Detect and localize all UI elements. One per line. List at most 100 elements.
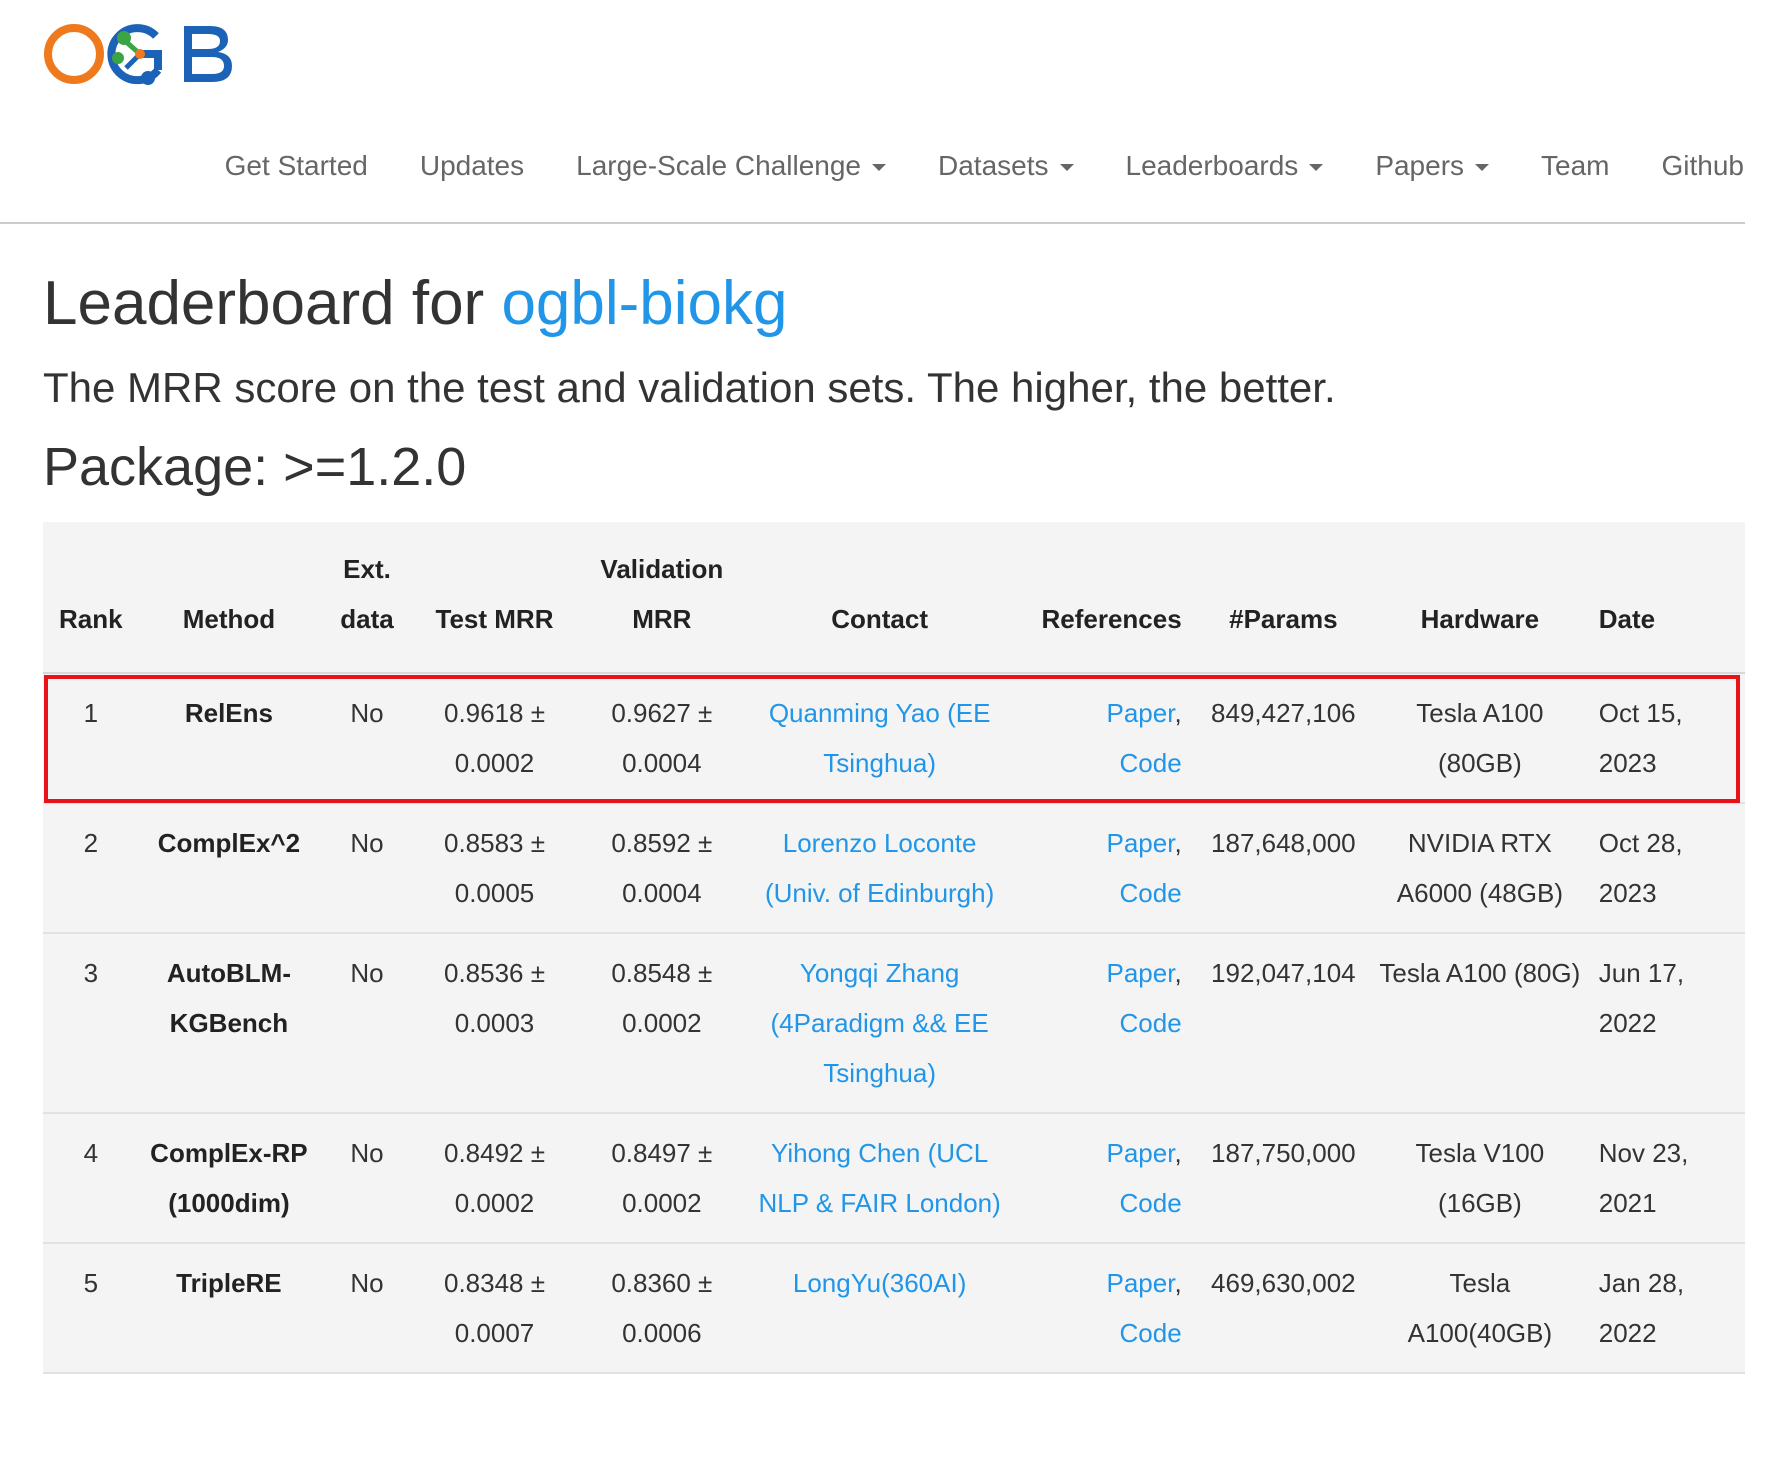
contact-link[interactable]: Yongqi Zhang (4Paradigm && EE Tsinghua): [771, 958, 989, 1088]
cell-method: RelEns: [138, 673, 320, 804]
cell-test-mrr: 0.8536 ± 0.0003: [414, 933, 575, 1114]
paper-link[interactable]: Paper: [1107, 698, 1175, 728]
cell-params: 469,630,002: [1195, 1243, 1371, 1374]
cell-contact: Yihong Chen (UCL NLP & FAIR London): [749, 1113, 1010, 1244]
cell-ext-data: No: [319, 803, 415, 934]
nav-team[interactable]: Team: [1515, 128, 1635, 204]
cell-rank: 5: [43, 1243, 139, 1374]
code-link[interactable]: Code: [1120, 748, 1182, 778]
col-header-hardware: Hardware: [1370, 522, 1589, 674]
cell-ext-data: No: [319, 1243, 415, 1374]
cell-params: 187,648,000: [1195, 803, 1371, 934]
title-prefix: Leaderboard for: [43, 269, 502, 338]
cell-test-mrr: 0.8492 ± 0.0002: [414, 1113, 575, 1244]
nav-label: Team: [1541, 150, 1610, 181]
cell-method: TripleRE: [138, 1243, 320, 1374]
nav-label: Get Started: [224, 150, 368, 181]
cell-contact: Quanming Yao (EE Tsinghua): [749, 673, 1010, 804]
table-row: 3 AutoBLM-KGBench No 0.8536 ± 0.0003 0.8…: [43, 933, 1745, 1114]
cell-hardware: Tesla A100 (80GB): [1370, 673, 1589, 804]
nav-get-started[interactable]: Get Started: [199, 128, 394, 204]
cell-validation-mrr: 0.8360 ± 0.0006: [574, 1243, 750, 1374]
cell-method: AutoBLM-KGBench: [138, 933, 320, 1114]
leaderboard-table-wrap: Rank Method Ext. data Test MRR Validatio…: [43, 522, 1745, 1374]
page-subtitle: The MRR score on the test and validation…: [43, 364, 1336, 411]
code-link[interactable]: Code: [1120, 878, 1182, 908]
col-header-ext-data: Ext. data: [319, 522, 415, 674]
nav-label: Updates: [419, 150, 525, 181]
ogb-logo-icon: [44, 24, 232, 85]
col-header-rank: Rank: [43, 522, 139, 674]
nav-leaderboards[interactable]: Leaderboards: [1100, 128, 1350, 204]
leaderboard-table: Rank Method Ext. data Test MRR Validatio…: [43, 522, 1745, 1374]
cell-ext-data: No: [319, 1113, 415, 1244]
table-row: 1 RelEns No 0.9618 ± 0.0002 0.9627 ± 0.0…: [43, 673, 1745, 804]
table-row: 2 ComplEx^2 No 0.8583 ± 0.0005 0.8592 ± …: [43, 803, 1745, 934]
cell-method: ComplEx^2: [138, 803, 320, 934]
paper-link[interactable]: Paper: [1107, 828, 1175, 858]
table-row: 5 TripleRE No 0.8348 ± 0.0007 0.8360 ± 0…: [43, 1243, 1745, 1374]
cell-references: Paper, Code: [1009, 1243, 1196, 1374]
paper-link[interactable]: Paper: [1107, 1138, 1175, 1168]
cell-contact: Yongqi Zhang (4Paradigm && EE Tsinghua): [749, 933, 1010, 1114]
code-link[interactable]: Code: [1120, 1318, 1182, 1348]
col-header-params: #Params: [1195, 522, 1371, 674]
col-header-contact: Contact: [749, 522, 1010, 674]
cell-params: 192,047,104: [1195, 933, 1371, 1114]
cell-rank: 3: [43, 933, 139, 1114]
page-title: Leaderboard for ogbl-biokg: [43, 268, 788, 339]
code-link[interactable]: Code: [1120, 1188, 1182, 1218]
nav-label: Datasets: [938, 150, 1049, 181]
nav-label: Github: [1661, 150, 1745, 181]
cell-contact: Lorenzo Loconte (Univ. of Edinburgh): [749, 803, 1010, 934]
cell-params: 187,750,000: [1195, 1113, 1371, 1244]
nav-papers[interactable]: Papers: [1349, 128, 1515, 204]
col-header-method: Method: [138, 522, 320, 674]
cell-test-mrr: 0.8583 ± 0.0005: [414, 803, 575, 934]
cell-test-mrr: 0.8348 ± 0.0007: [414, 1243, 575, 1374]
contact-link[interactable]: Quanming Yao (EE Tsinghua): [769, 698, 991, 778]
cell-test-mrr: 0.9618 ± 0.0002: [414, 673, 575, 804]
contact-link[interactable]: Yihong Chen (UCL NLP & FAIR London): [758, 1138, 1000, 1218]
contact-link[interactable]: LongYu(360AI): [793, 1268, 966, 1298]
col-header-validation-mrr: Validation MRR: [574, 522, 750, 674]
cell-hardware: Tesla V100 (16GB): [1370, 1113, 1589, 1244]
cell-validation-mrr: 0.8592 ± 0.0004: [574, 803, 750, 934]
paper-link[interactable]: Paper: [1107, 1268, 1175, 1298]
dataset-link[interactable]: ogbl-biokg: [501, 269, 787, 338]
cell-date: Oct 28, 2023: [1588, 803, 1745, 934]
cell-date: Oct 15, 2023: [1588, 673, 1745, 804]
cell-references: Paper, Code: [1009, 1113, 1196, 1244]
cell-rank: 4: [43, 1113, 139, 1244]
nav-updates[interactable]: Updates: [394, 128, 550, 204]
cell-method: ComplEx-RP (1000dim): [138, 1113, 320, 1244]
cell-hardware: Tesla A100 (80G): [1370, 933, 1589, 1114]
cell-date: Nov 23, 2021: [1588, 1113, 1745, 1244]
table-header-row: Rank Method Ext. data Test MRR Validatio…: [43, 522, 1745, 674]
cell-hardware: NVIDIA RTX A6000 (48GB): [1370, 803, 1589, 934]
package-version: Package: >=1.2.0: [43, 437, 467, 497]
nav-github[interactable]: Github: [1636, 128, 1745, 204]
col-header-references: References: [1009, 522, 1196, 674]
nav-label: Leaderboards: [1125, 150, 1299, 181]
col-header-test-mrr: Test MRR: [414, 522, 575, 674]
ogb-logo[interactable]: [44, 14, 274, 94]
caret-down-icon: [1475, 164, 1490, 171]
cell-validation-mrr: 0.9627 ± 0.0004: [574, 673, 750, 804]
paper-link[interactable]: Paper: [1107, 958, 1175, 988]
cell-validation-mrr: 0.8548 ± 0.0002: [574, 933, 750, 1114]
cell-references: Paper, Code: [1009, 933, 1196, 1114]
cell-params: 849,427,106: [1195, 673, 1371, 804]
contact-link[interactable]: Lorenzo Loconte (Univ. of Edinburgh): [765, 828, 994, 908]
top-nav: Get Started Updates Large-Scale Challeng…: [0, 128, 1782, 204]
nav-label: Papers: [1375, 150, 1465, 181]
cell-references: Paper, Code: [1009, 803, 1196, 934]
nav-datasets[interactable]: Datasets: [912, 128, 1100, 204]
nav-large-scale-challenge[interactable]: Large-Scale Challenge: [550, 128, 912, 204]
code-link[interactable]: Code: [1120, 1008, 1182, 1038]
caret-down-icon: [1059, 164, 1074, 171]
cell-references: Paper, Code: [1009, 673, 1196, 804]
cell-date: Jan 28, 2022: [1588, 1243, 1745, 1374]
cell-contact: LongYu(360AI): [749, 1243, 1010, 1374]
nav-divider: [0, 222, 1745, 224]
